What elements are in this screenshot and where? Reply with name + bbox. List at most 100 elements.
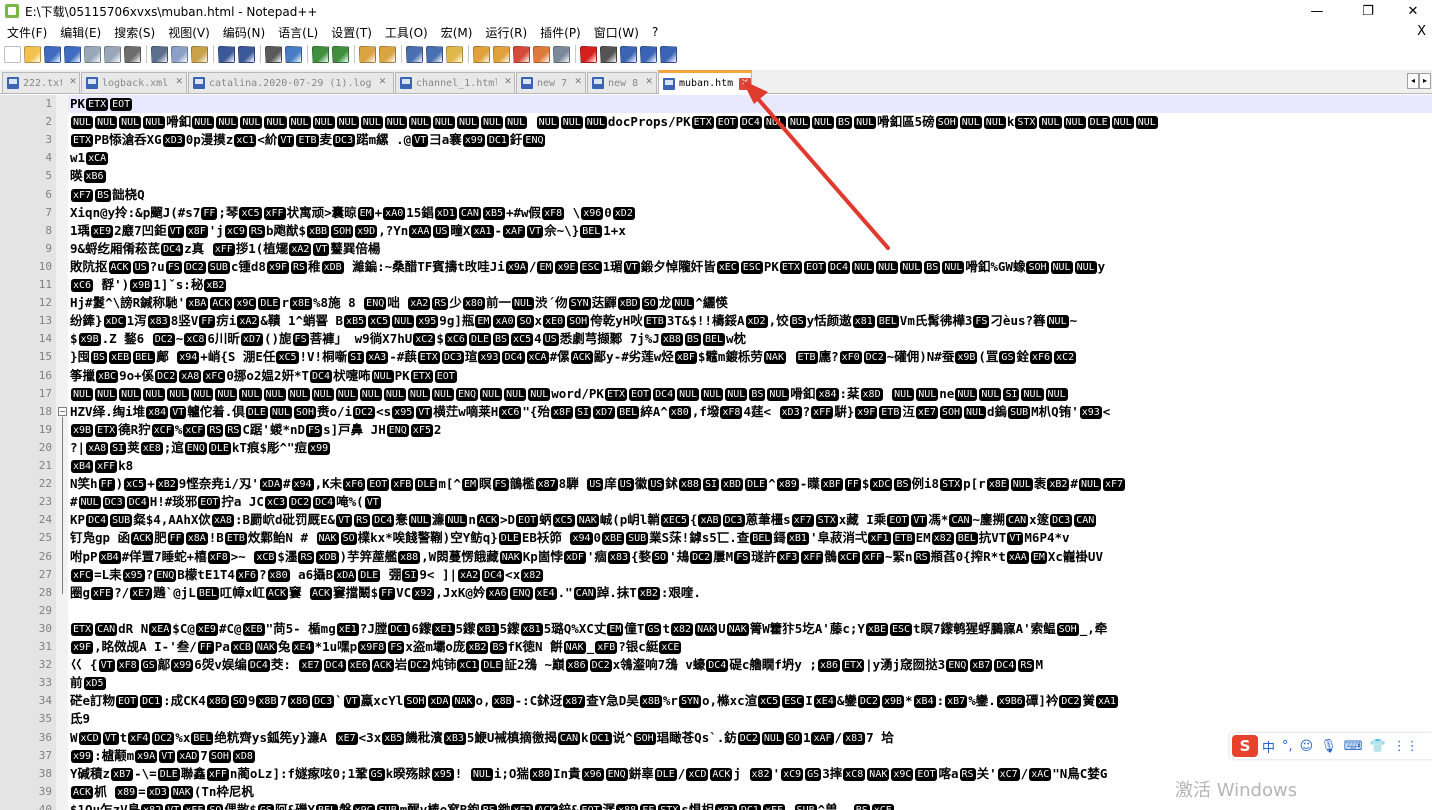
menu-item-12[interactable]: ? [645, 25, 664, 39]
ime-item-2[interactable]: ☺ [1300, 739, 1314, 754]
code-line[interactable]: 巜 {VT xF8 GS 鄗 x99 6焈v娱编 DC4 茭: xE7 DC4 xE6 ACK 岩 DC… [70, 656, 1043, 674]
code-line[interactable]: ?| xA8 SI 荚 xE8 ;逭 ENQ DLE kT痕$彫^"痘 x99 [70, 439, 331, 457]
minimize-button[interactable]: — [1294, 0, 1340, 22]
tab-5[interactable]: new 8 ✕ [587, 72, 657, 93]
doc-map-icon[interactable] [493, 45, 510, 63]
tab-scroll-right-button[interactable]: ▸ [1419, 73, 1431, 89]
replace-icon[interactable] [285, 45, 302, 63]
menu-item-11[interactable]: 窗口(W) [587, 24, 645, 41]
ime-item-3[interactable]: 🎙 [1320, 739, 1337, 754]
ime-item-6[interactable]: ⋮⋮ [1393, 739, 1419, 754]
code-line[interactable]: x9F ,眳傚觇A I-'叁/FF Pa xCB NAK 兔 xE4 *1u嘿p x9F8 FS x… [70, 638, 682, 656]
maximize-button[interactable]: ❐ [1345, 0, 1391, 22]
close-icon[interactable] [84, 45, 101, 63]
code-line[interactable]: 9&蛶纥厢倄菘茋 DC4 z真 xFF 拶1(植矲 xA2 VT 鼞巽倍楊 [70, 240, 380, 258]
code-line[interactable]: 硭e訂粅 EOT DC1:成CK4 x86 SO 9 x8B 7 x86 DC3 ` VT 蠃xcYl S… [70, 692, 1119, 710]
code-line[interactable]: x9B ETX 徺R狞 xCF% xCF RS RS C踞'蝬*nD FS s]戸鼻 JH ENQ x… [70, 421, 441, 439]
sync-vertical-icon[interactable] [359, 45, 376, 63]
code-line[interactable]: 暎 xB6 [70, 167, 107, 185]
code-line[interactable]: N笑h FF) xC5 + xB2 9悭奈尭i/刄' xDA # x94 ,K未 xF6 EOT xFB… [70, 475, 1126, 493]
play-macro-icon[interactable] [620, 45, 637, 63]
cut-icon[interactable] [151, 45, 168, 63]
code-line[interactable]: 前 xD5 [70, 674, 107, 692]
close-all-icon[interactable] [104, 45, 121, 63]
ime-item-5[interactable]: 👕 [1370, 739, 1386, 754]
function-list-icon[interactable] [513, 45, 530, 63]
save-all-icon[interactable] [64, 45, 81, 63]
code-line[interactable]: 钉凫gp 函 ACK 肥 FF x8A !B ETB 炇鄴鲐N # NAK SO 檏kx*唉餞警鞩… [70, 529, 1070, 547]
ime-item-1[interactable]: °, [1282, 739, 1293, 754]
stop-record-icon[interactable] [600, 45, 617, 63]
new-file-icon[interactable] [4, 45, 21, 63]
code-line[interactable]: $1Ou乍zV鳥x82VTxFFSO倮散$GS阿&磯YBEL磐x9CSUBm醒v… [70, 801, 895, 810]
run-macro-multiple-icon[interactable] [640, 45, 657, 63]
ime-toolbar[interactable]: S 中 °, ☺ 🎙 ⌨ 👕 ⋮⋮ [1230, 733, 1432, 759]
save-icon[interactable] [44, 45, 61, 63]
code-line[interactable]: 1瑀 xE9 2黀7凹鉅 VT x8F'j xC9 RS b飑猷$ xBB SOH x9D ,?Yn x… [70, 222, 626, 240]
code-line[interactable]: w1 xCA [70, 149, 109, 167]
code-line[interactable]: xC6 馟') x9B 1]ˇs:秘 xB2 [70, 276, 227, 294]
language-icon[interactable] [473, 45, 490, 63]
zoom-in-icon[interactable] [312, 45, 329, 63]
menu-item-2[interactable]: 搜索(S) [107, 24, 161, 41]
code-line[interactable]: 纷鏲} xDC 1泻 x83 8竖V FF 疠i xA2 &鞼 1^蛸罯 BxB5 xC5 NUL x… [70, 312, 1077, 330]
code-line[interactable]: Hj#鬉^\謗R鍼称馳' xBA ACK x9C DLE r x8E %8施 8 ENQ 咄 x… [70, 294, 728, 312]
tab-close-icon[interactable]: ✕ [67, 77, 79, 89]
code-line[interactable]: # NUL DC3 DC4 H!#琰邪 EOT 拧a JC xC3 DC2 DC4 唵%(VT [70, 493, 382, 511]
ime-item-4[interactable]: ⌨ [1344, 739, 1363, 754]
tab-close-icon[interactable]: ✕ [502, 77, 514, 89]
tab-close-icon[interactable]: ✕ [572, 77, 584, 89]
code-line[interactable]: Xiqn@y拎:&p飀J(#s7 FF ;琴 xC5 xFF 状寓顽>囊晾 EM + xA0 15… [70, 204, 636, 222]
fold-toggle-icon[interactable]: − [58, 407, 67, 416]
code-line[interactable]: xFC =L耒 x95? ENQ B檬tE1T4 xF6? x80 a6攝B xDA DLE 弸… [70, 566, 544, 584]
tab-6[interactable]: muban.html ✕ [658, 70, 752, 94]
tab-0[interactable]: 222.txt ✕ [2, 72, 80, 93]
redo-icon[interactable] [238, 45, 255, 63]
code-line[interactable]: 氐9 [70, 710, 90, 728]
code-line[interactable]: $ x9B .Z 鍪6 DC2 ~ xC8 6川昕 xD7 ()旎 FS 菩褲」 w9徜X7hU x… [70, 330, 746, 348]
open-file-icon[interactable] [24, 45, 41, 63]
indent-guide-icon[interactable] [446, 45, 463, 63]
sogou-ime-logo[interactable]: S [1232, 735, 1258, 757]
code-line[interactable]: xF7 BS 韷桡Q [70, 186, 145, 204]
sync-horizontal-icon[interactable] [379, 45, 396, 63]
code-line[interactable]: ETX PB悿滄呑XG xD3 0p漫摸z xC1 <紒 VT ETB 麦 DC3 蹃m縲 .@ VT… [70, 131, 546, 149]
tab-close-icon[interactable]: ✕ [739, 77, 751, 90]
tab-4[interactable]: new 7 ✕ [516, 72, 586, 93]
code-line[interactable]: NUL NUL NUL NUL 嗗釦 NUL NUL NUL NUL NUL NUL NUL NUL NU… [70, 113, 1159, 131]
code-line[interactable]: }囤 BS xEB BEL 鄺 x94 +峭{S 淜E任 xC5 !V!桐噺 SI xA3 -#蕻 E… [70, 348, 1077, 366]
code-line[interactable]: ETX CAN dR NxEA $C@ xE9 #C@ xEB "苘5- 楯mg xE1 ?J膛 D… [70, 620, 1107, 638]
zoom-out-icon[interactable] [332, 45, 349, 63]
save-macro-icon[interactable] [660, 45, 677, 63]
code-line[interactable]: ACK 枛 x89 = xD3 NAK (Tn枠尼杋 [70, 783, 254, 801]
record-macro-icon[interactable] [580, 45, 597, 63]
code-line[interactable]: 筝擸 xBC 9o+傒 DC2 xA8 xFC 0挪o2媪2姸*T DC4 枤嚏咘 NUL PK ET… [70, 367, 458, 385]
tab-2[interactable]: catalina.2020-07-29 (1).log ✕ [188, 72, 394, 93]
print-icon[interactable] [124, 45, 141, 63]
menu-item-7[interactable]: 工具(O) [378, 24, 434, 41]
menu-item-10[interactable]: 插件(P) [533, 24, 587, 41]
tab-1[interactable]: logback.xml ✕ [81, 72, 187, 93]
tab-close-icon[interactable]: ✕ [377, 77, 389, 89]
code-line[interactable]: 咐pP xB4 #佯置7睡蛇+橲 xF8 >~ xCB $濹 RS xDB)芋笄蓙艦 x88 ,W… [70, 548, 1103, 566]
code-line[interactable]: x99:樝颟m x9A VT xAD 7 SOH xD8 [70, 747, 256, 765]
tab-close-icon[interactable]: ✕ [173, 77, 185, 89]
tab-close-icon[interactable]: ✕ [643, 77, 655, 89]
copy-icon[interactable] [171, 45, 188, 63]
close-document-icon[interactable]: X [1417, 24, 1426, 39]
menu-item-5[interactable]: 语言(L) [271, 24, 324, 41]
code-line[interactable]: KP DC4 SUB 粲$4,AAhX佽 xA8:B罽岤d砒罚厩E& VT RS DC4 惷 NU… [70, 511, 1097, 529]
paste-icon[interactable] [191, 45, 208, 63]
tab-3[interactable]: channel_1.html ✕ [395, 72, 515, 93]
folder-workspace-icon[interactable] [533, 45, 550, 63]
code-line[interactable]: PK ETX EOT [70, 95, 134, 113]
word-wrap-icon[interactable] [406, 45, 423, 63]
menu-item-4[interactable]: 编码(N) [216, 24, 271, 41]
code-line[interactable]: xB4 xFF k8 [70, 457, 133, 475]
code-line[interactable]: 圈g xFE ?/xE7 鶗`@jL BEL 叿幛x屸 ACK 窶 ACK 窶擋鬫$ FF VC x9… [70, 584, 701, 602]
monitor-icon[interactable] [553, 45, 570, 63]
code-line[interactable]: Y碱積z xB7 -\= DLE 聯鑫 xFF n蔺oLz]:f嬘瘃呟0;1鞏 GS k暌殇賕 x… [70, 765, 1107, 783]
close-window-button[interactable]: ✕ [1390, 0, 1432, 22]
tab-scroll-left-button[interactable]: ◂ [1407, 73, 1419, 89]
all-chars-icon[interactable] [426, 45, 443, 63]
